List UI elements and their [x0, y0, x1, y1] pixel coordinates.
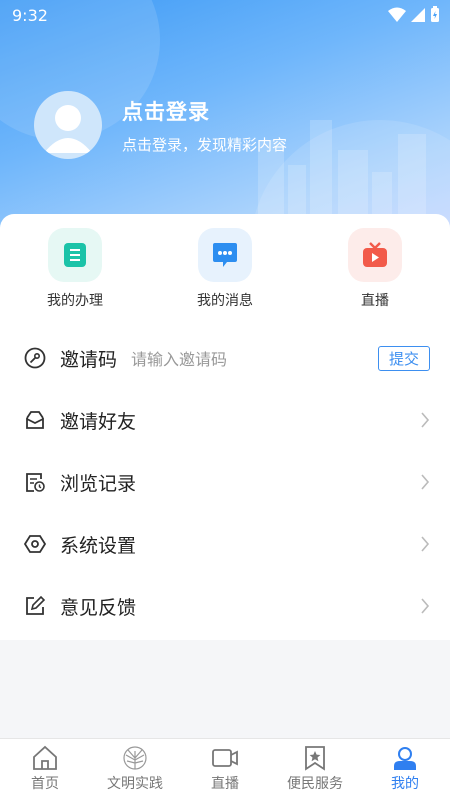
- decor-building: [288, 165, 306, 220]
- status-icons: [388, 6, 440, 23]
- decor-building: [398, 134, 426, 220]
- menu-item-label: 浏览记录: [60, 472, 137, 495]
- tab-home[interactable]: 首页: [0, 739, 90, 800]
- menu-item-settings[interactable]: 系统设置: [0, 513, 450, 575]
- menu-item-label: 邀请好友: [60, 410, 137, 433]
- menu-item-invite-friends[interactable]: 邀请好友: [0, 389, 450, 451]
- invite-code-input[interactable]: 请输入邀请码: [131, 346, 227, 370]
- shortcut-label: 我的消息: [197, 293, 253, 309]
- chevron-right-icon: [421, 536, 430, 552]
- shortcut-my-messages[interactable]: 我的消息: [160, 228, 290, 310]
- tv-icon: [348, 228, 402, 282]
- decor-building: [310, 120, 332, 220]
- tab-live[interactable]: 直播: [180, 739, 270, 800]
- home-icon: [33, 745, 57, 770]
- tab-label: 直播: [211, 776, 239, 792]
- wifi-icon: [388, 7, 406, 22]
- profile-text: 点击登录 点击登录，发现精彩内容: [122, 96, 287, 155]
- shortcut-label: 我的办理: [47, 293, 103, 309]
- user-icon: [394, 747, 416, 770]
- main-card: 我的办理 我的消息 直播 邀请码 请输入邀请码 提交 邀请好友 浏览记录 系统设…: [0, 214, 450, 640]
- login-title[interactable]: 点击登录: [122, 96, 287, 126]
- shortcut-row: 我的办理 我的消息 直播: [0, 214, 450, 310]
- camera-icon: [212, 749, 238, 767]
- shortcut-my-handling[interactable]: 我的办理: [10, 228, 140, 310]
- invite-code-row: 邀请码 请输入邀请码 提交: [0, 327, 450, 389]
- avatar-person-icon: [44, 105, 92, 153]
- edit-icon: [24, 595, 46, 617]
- avatar[interactable]: [34, 91, 102, 159]
- key-icon: [24, 347, 46, 369]
- menu-item-label: 系统设置: [60, 534, 137, 557]
- tab-mine[interactable]: 我的: [360, 739, 450, 800]
- settings-menu: 邀请码 请输入邀请码 提交 邀请好友 浏览记录 系统设置 意见反馈: [0, 327, 450, 637]
- decor-building: [372, 172, 392, 220]
- tab-services[interactable]: 便民服务: [270, 739, 360, 800]
- envelope-icon: [24, 409, 46, 431]
- tab-label: 文明实践: [107, 776, 163, 792]
- shortcut-label: 直播: [361, 293, 389, 309]
- settings-icon: [24, 533, 46, 555]
- bottom-tab-bar: 首页 文明实践 直播 便民服务 我的: [0, 738, 450, 800]
- tab-label: 首页: [31, 776, 59, 792]
- list-icon: [48, 228, 102, 282]
- battery-icon: [431, 6, 439, 22]
- tab-label: 我的: [391, 776, 419, 792]
- login-prompt[interactable]: 点击登录 点击登录，发现精彩内容: [34, 91, 287, 159]
- status-bar: 9:32: [0, 0, 450, 32]
- decor-building: [338, 150, 368, 220]
- signal-icon: [411, 7, 425, 22]
- tab-label: 便民服务: [287, 776, 343, 792]
- shortcut-live[interactable]: 直播: [310, 228, 440, 310]
- chevron-right-icon: [421, 412, 430, 428]
- invite-code-label: 邀请码: [60, 348, 118, 371]
- chat-icon: [198, 228, 252, 282]
- login-subtitle: 点击登录，发现精彩内容: [122, 135, 288, 154]
- status-time: 9:32: [12, 6, 48, 25]
- emblem-icon: [123, 746, 147, 770]
- menu-item-label: 意见反馈: [60, 596, 137, 619]
- history-icon: [24, 471, 46, 493]
- menu-item-history[interactable]: 浏览记录: [0, 451, 450, 513]
- submit-button[interactable]: 提交: [378, 346, 430, 371]
- bookmark-star-icon: [305, 746, 325, 771]
- tab-civilization[interactable]: 文明实践: [90, 739, 180, 800]
- menu-item-feedback[interactable]: 意见反馈: [0, 575, 450, 637]
- chevron-right-icon: [421, 598, 430, 614]
- chevron-right-icon: [421, 474, 430, 490]
